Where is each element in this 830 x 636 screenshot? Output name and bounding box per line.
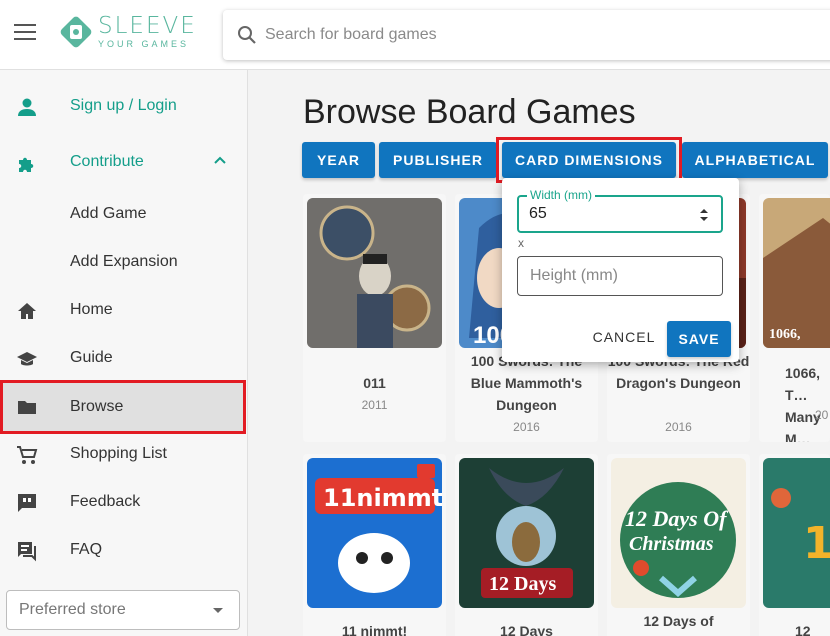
- sidebar-item-feedback[interactable]: Feedback: [0, 478, 246, 526]
- game-thumbnail: [307, 198, 442, 348]
- home-icon: [18, 303, 36, 319]
- cart-icon: [17, 446, 38, 464]
- search-input[interactable]: [265, 26, 765, 44]
- preferred-store-select[interactable]: Preferred store: [6, 590, 240, 630]
- puzzle-icon: [19, 157, 34, 172]
- tab-publisher[interactable]: PUBLISHER: [379, 142, 497, 178]
- search-icon: [238, 26, 256, 44]
- game-year: 2011: [361, 398, 388, 412]
- sidebar-item-label: Contribute: [70, 153, 144, 170]
- game-thumbnail: 12: [763, 458, 830, 608]
- game-name: 011: [363, 375, 386, 391]
- top-bar: SLEEVE YOUR GAMES: [0, 0, 830, 70]
- logo-diamond-icon: [60, 16, 92, 48]
- sidebar-item-signup[interactable]: Sign up / Login: [0, 82, 246, 130]
- game-card-12-days[interactable]: 12 Days 12 Days: [455, 454, 598, 636]
- card-dimensions-popover: Width (mm) x CANCEL SAVE: [502, 178, 739, 362]
- game-thumbnail: 11nimmt!: [307, 458, 442, 608]
- logo-subtext: YOUR GAMES: [98, 39, 190, 49]
- tab-year[interactable]: YEAR: [302, 142, 375, 178]
- svg-text:12 Days Of: 12 Days Of: [625, 506, 729, 531]
- game-year: 2016: [513, 420, 540, 434]
- svg-text:11nimmt!: 11nimmt!: [323, 484, 442, 512]
- sidebar-item-label: FAQ: [70, 541, 103, 558]
- page-title: Browse Board Games: [303, 93, 636, 131]
- game-card-011[interactable]: 011 2011: [303, 194, 446, 442]
- svg-text:Christmas: Christmas: [629, 533, 714, 555]
- sidebar-item-shopping-list[interactable]: Shopping List: [0, 430, 246, 478]
- game-thumbnail: 1066,: [763, 198, 830, 348]
- sidebar-item-browse[interactable]: Browse: [0, 380, 246, 434]
- cancel-button[interactable]: CANCEL: [587, 322, 661, 352]
- sidebar-item-contribute[interactable]: Contribute: [0, 138, 246, 186]
- game-card-1066[interactable]: 1066, 1066, T… Many M… 20…: [759, 194, 830, 442]
- game-thumbnail: 12 Days Of Christmas: [611, 458, 746, 608]
- game-card-12-re[interactable]: 12 12 Re…: [759, 454, 830, 636]
- game-name: 12 Days: [500, 623, 553, 636]
- svg-text:1066,: 1066,: [769, 327, 801, 342]
- dropdown-caret-icon: [213, 608, 223, 613]
- width-field-label: Width (mm): [527, 188, 595, 202]
- sidebar-item-label: Shopping List: [70, 445, 167, 462]
- save-button[interactable]: SAVE: [667, 321, 731, 357]
- game-name: 11 nimmt!: [341, 623, 408, 636]
- sidebar-item-label: Home: [70, 301, 113, 318]
- game-year: 20…: [815, 408, 830, 422]
- width-input[interactable]: [529, 205, 679, 223]
- game-name: 12 Re…: [795, 623, 811, 636]
- game-name: 12 Days of: [643, 613, 714, 629]
- sidebar: Sign up / Login Contribute Add Game Add …: [0, 70, 248, 636]
- sidebar-item-label: Sign up / Login: [70, 97, 177, 114]
- school-icon: [17, 352, 37, 366]
- sidebar-item-label: Add Game: [70, 205, 147, 222]
- menu-icon[interactable]: [14, 24, 38, 44]
- logo[interactable]: SLEEVE YOUR GAMES: [58, 14, 197, 50]
- height-input[interactable]: [530, 267, 710, 285]
- sidebar-item-guide[interactable]: Guide: [0, 334, 246, 382]
- game-year: 2016: [665, 420, 692, 434]
- svg-text:12: 12: [803, 518, 830, 569]
- person-icon: [18, 98, 36, 116]
- logo-text: SLEEVE: [98, 13, 197, 39]
- sidebar-item-label: Add Expansion: [70, 253, 178, 270]
- game-card-11-nimmt[interactable]: 11nimmt! 11 nimmt!: [303, 454, 446, 636]
- svg-text:12 Days: 12 Days: [489, 573, 556, 595]
- number-spinner-icon[interactable]: [699, 207, 709, 223]
- tab-alphabetical[interactable]: ALPHABETICAL: [682, 142, 828, 178]
- faq-icon: [18, 542, 36, 562]
- preferred-store-placeholder: Preferred store: [19, 601, 126, 618]
- chevron-up-icon[interactable]: [212, 152, 228, 168]
- sidebar-item-home[interactable]: Home: [0, 286, 246, 334]
- sidebar-item-label: Feedback: [70, 493, 141, 510]
- sidebar-item-label: Guide: [70, 349, 113, 366]
- feedback-icon: [18, 494, 36, 512]
- sidebar-item-faq[interactable]: FAQ: [0, 526, 246, 574]
- sidebar-item-add-game[interactable]: Add Game: [0, 190, 246, 238]
- dimension-separator: x: [518, 236, 524, 250]
- height-field[interactable]: [517, 256, 723, 296]
- folder-icon: [18, 401, 36, 414]
- sidebar-item-add-expansion[interactable]: Add Expansion: [0, 238, 246, 286]
- game-card-12-days-of-christmas[interactable]: 12 Days Of Christmas 12 Days of: [607, 454, 750, 636]
- width-field[interactable]: Width (mm): [517, 188, 723, 233]
- game-thumbnail: 12 Days: [459, 458, 594, 608]
- search-box[interactable]: [223, 10, 830, 60]
- sidebar-item-label: Browse: [70, 398, 124, 415]
- game-name: 1066, T… Many M…: [785, 365, 821, 442]
- active-tab-highlight: [496, 137, 682, 183]
